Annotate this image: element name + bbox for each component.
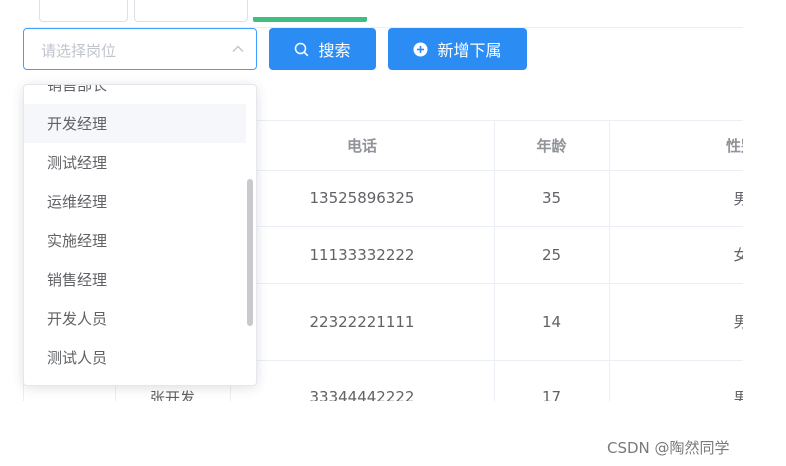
search-icon xyxy=(294,42,309,57)
cell-phone: 13525896325 xyxy=(309,189,415,207)
dropdown-option[interactable]: 开发人员 xyxy=(24,299,246,338)
header-gender: 性别 xyxy=(725,136,743,155)
dropdown-option[interactable]: 测试经理 xyxy=(24,143,246,182)
top-input-2[interactable] xyxy=(134,0,248,22)
plus-circle-icon xyxy=(413,42,428,57)
cell-gender: 女 xyxy=(733,246,743,264)
dropdown-option[interactable]: 运维经理 xyxy=(24,182,246,221)
search-button-label: 搜索 xyxy=(318,41,351,60)
position-dropdown: 销售部长 开发经理 测试经理 运维经理 实施经理 销售经理 开发人员 测试人员 xyxy=(23,84,257,386)
top-input-1[interactable] xyxy=(39,0,128,22)
cell-age: 25 xyxy=(541,245,562,264)
dropdown-option[interactable]: 实施经理 xyxy=(24,221,246,260)
dropdown-option[interactable]: 开发经理 xyxy=(24,104,246,143)
cell-phone: 11133332222 xyxy=(309,245,415,264)
header-phone: 电话 xyxy=(346,136,377,155)
cell-age: 35 xyxy=(541,189,562,207)
cell-gender: 男 xyxy=(733,388,743,402)
dropdown-option[interactable]: 销售经理 xyxy=(24,260,246,299)
cell-gender: 男 xyxy=(733,189,743,208)
cell-gender: 男 xyxy=(733,313,743,331)
active-tab-indicator xyxy=(253,17,367,22)
dropdown-scrollbar[interactable] xyxy=(247,179,253,326)
add-subordinate-button[interactable]: 新增下属 xyxy=(388,28,527,70)
add-subordinate-label: 新增下属 xyxy=(437,41,502,60)
position-select[interactable]: 请选择岗位 xyxy=(23,28,257,70)
search-button[interactable]: 搜索 xyxy=(269,28,376,70)
watermark: CSDN @陶然同学 xyxy=(607,439,730,457)
position-select-placeholder: 请选择岗位 xyxy=(41,42,117,60)
cell-age: 14 xyxy=(541,312,562,331)
dropdown-option[interactable]: 销售部长 xyxy=(24,85,246,104)
dropdown-option[interactable]: 测试人员 xyxy=(24,338,246,377)
cell-phone: 33344442222 xyxy=(309,388,415,401)
chevron-up-icon xyxy=(232,45,244,52)
header-age: 年龄 xyxy=(536,136,567,155)
cell-age: 17 xyxy=(541,388,562,401)
cell-name: 张开发 xyxy=(149,388,195,402)
cell-phone: 22322221111 xyxy=(309,312,415,331)
